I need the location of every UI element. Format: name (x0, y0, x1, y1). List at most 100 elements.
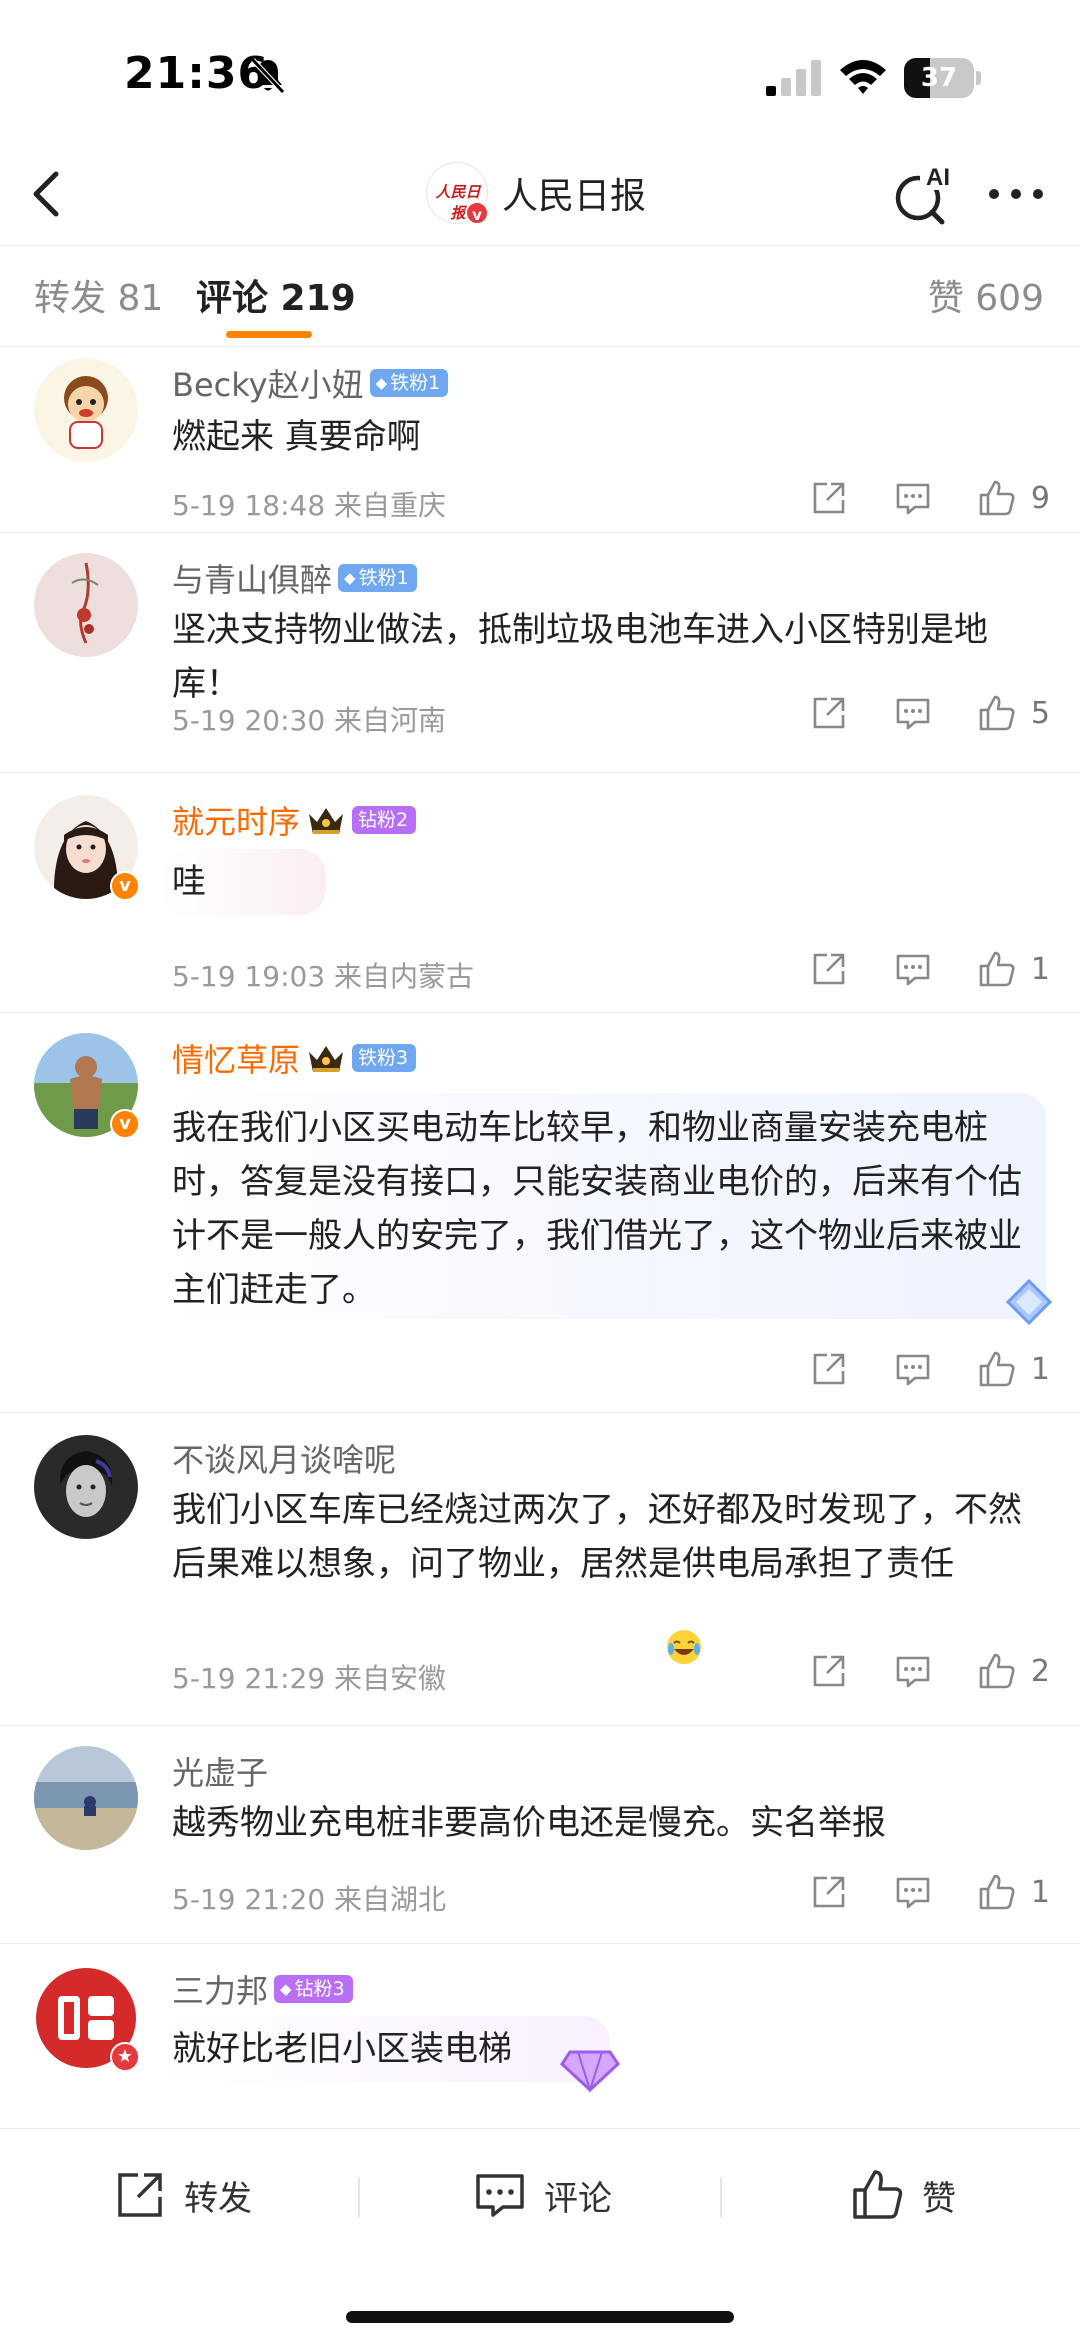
comment-icon (476, 2174, 524, 2217)
comment-text: 就好比老旧小区装电梯 (172, 2029, 512, 2069)
fan-badge: 钻粉2 (352, 806, 417, 834)
username[interactable]: 三力邦 (172, 1966, 268, 2012)
share-icon[interactable] (809, 1651, 849, 1691)
repost-button[interactable]: 转发 (112, 2165, 252, 2225)
like-count: 1 (1030, 1874, 1050, 1910)
share-icon[interactable] (809, 693, 849, 733)
comment-meta: 5-19 20:30 来自河南 (172, 704, 447, 737)
back-button[interactable] (20, 164, 76, 224)
like-thumb-icon[interactable] (977, 1872, 1017, 1912)
comment-item: Becky赵小妞 ◆ 铁粉1 燃起来 真要命啊 5-19 18:48 来自重庆 9 (0, 348, 1080, 533)
user-avatar[interactable] (34, 553, 138, 657)
username[interactable]: 就元时序 (172, 797, 300, 843)
like-count: 1 (1030, 951, 1050, 987)
tab-bar: 转发 81 评论 219 赞 609 (0, 247, 1080, 347)
status-bar: 21:36 37 (0, 0, 1080, 140)
like-count: 2 (1030, 1653, 1050, 1689)
battery-level-text: 37 (920, 63, 958, 93)
like-button[interactable]: 赞 (850, 2165, 956, 2225)
fan-badge: ◆ 钻粉3 (274, 1975, 353, 2003)
like-thumb-icon[interactable] (977, 478, 1017, 518)
comment-actions: 1 (765, 1872, 1050, 1912)
comment-text: 哇 (172, 862, 206, 902)
reply-icon[interactable] (893, 1349, 933, 1389)
user-avatar[interactable] (34, 358, 138, 462)
battery-indicator: 37 (904, 58, 981, 98)
bell-off-icon (251, 58, 285, 94)
username[interactable]: 与青山俱醉 (172, 555, 332, 601)
user-avatar[interactable] (34, 1435, 138, 1539)
bottom-action-bar: 转发 评论 赞 (0, 2128, 1080, 2347)
comment-meta: 5-19 19:03 来自内蒙古 (172, 960, 475, 993)
like-thumb-icon (853, 2170, 903, 2219)
diamond-gem-icon: ◆ (280, 1980, 292, 1998)
user-avatar[interactable]: ★ (34, 1966, 140, 2072)
username[interactable]: Becky赵小妞 (172, 360, 364, 406)
comment-actions: 2 (765, 1651, 1050, 1691)
comment-list: Becky赵小妞 ◆ 铁粉1 燃起来 真要命啊 5-19 18:48 来自重庆 9 (0, 348, 1080, 2128)
user-avatar[interactable]: v (34, 1033, 140, 1139)
fan-badge-label: 铁粉1 (390, 372, 441, 394)
comment-actions: 5 (765, 693, 1050, 733)
comment-text: 燃起来 真要命啊 (172, 417, 421, 457)
share-icon[interactable] (809, 949, 849, 989)
verified-badge-icon: v (110, 871, 140, 901)
user-avatar[interactable] (34, 1746, 138, 1850)
user-avatar[interactable]: v (34, 795, 140, 901)
repost-label: 转发 (184, 2178, 252, 2219)
username[interactable]: 不谈风月谈啥呢 (172, 1435, 396, 1481)
tab-likes[interactable]: 赞 609 (928, 269, 1044, 321)
status-time: 21:36 (124, 48, 270, 99)
comment-actions: 1 (765, 1349, 1050, 1389)
comment-item: ★ 三力邦 ◆ 钻粉3 就好比老旧小区装电梯 (0, 1944, 1080, 2128)
comment-button[interactable]: 评论 (472, 2165, 612, 2225)
reply-icon[interactable] (893, 478, 933, 518)
ai-search-button[interactable]: AI (890, 158, 960, 228)
fan-badge-label: 铁粉3 (358, 1047, 409, 1069)
nav-bar: 人民日报 v 人民日报 AI (0, 140, 1080, 246)
reply-icon[interactable] (893, 1872, 933, 1912)
divider (358, 2177, 360, 2217)
diamond-gem-icon: ◆ (344, 569, 356, 587)
tab-repost[interactable]: 转发 81 (34, 269, 163, 321)
comment-actions: 9 (765, 478, 1050, 518)
like-count: 5 (1030, 695, 1050, 731)
laugh-cry-emoji-icon (667, 1630, 701, 1664)
account-avatar[interactable]: 人民日报 v (426, 162, 489, 225)
username[interactable]: 情忆草原 (172, 1035, 300, 1081)
tab-comment[interactable]: 评论 219 (196, 269, 356, 321)
comment-text: 越秀物业充电桩非要高价电还是慢充。实名举报 (172, 1803, 886, 1843)
fan-badge-label: 钻粉3 (294, 1978, 345, 2000)
like-thumb-icon[interactable] (977, 949, 1017, 989)
comment-label: 评论 (544, 2178, 612, 2219)
like-thumb-icon[interactable] (977, 1651, 1017, 1691)
divider (720, 2177, 722, 2217)
verified-badge-icon: ★ (110, 2042, 140, 2072)
reply-icon[interactable] (893, 949, 933, 989)
comment-actions: 1 (765, 949, 1050, 989)
share-icon[interactable] (809, 1349, 849, 1389)
comment-item: 与青山俱醉 ◆ 铁粉1 坚决支持物业做法，抵制垃圾电池车进入小区特别是地库！ 5-… (0, 533, 1080, 773)
fan-badge-label: 铁粉1 (358, 567, 409, 589)
verified-badge-icon: v (110, 1109, 140, 1139)
like-label: 赞 (922, 2178, 956, 2219)
reply-icon[interactable] (893, 1651, 933, 1691)
comment-meta: 5-19 18:48 来自重庆 (172, 489, 447, 522)
crown-icon (309, 808, 344, 834)
verified-badge-icon: v (465, 201, 489, 225)
username[interactable]: 光虚子 (172, 1748, 268, 1794)
comment-item: 不谈风月谈啥呢 我们小区车库已经烧过两次了，还好都及时发现了，不然后果难以想象，… (0, 1413, 1080, 1726)
like-thumb-icon[interactable] (977, 693, 1017, 733)
reply-icon[interactable] (893, 693, 933, 733)
more-options-button[interactable] (984, 172, 1048, 216)
fan-badge: ◆ 铁粉1 (369, 369, 449, 397)
like-thumb-icon[interactable] (977, 1349, 1017, 1389)
comment-meta: 5-19 21:20 来自湖北 (172, 1883, 447, 1916)
comment-text: 我们小区车库已经烧过两次了，还好都及时发现了，不然后果难以想象，问了物业，居然是… (172, 1490, 1022, 1584)
crown-icon (309, 1046, 344, 1072)
share-icon[interactable] (809, 1872, 849, 1912)
wifi-icon (840, 60, 886, 94)
share-icon[interactable] (809, 478, 849, 518)
home-indicator[interactable] (346, 2311, 734, 2323)
account-header[interactable]: 人民日报 v 人民日报 (426, 158, 646, 228)
